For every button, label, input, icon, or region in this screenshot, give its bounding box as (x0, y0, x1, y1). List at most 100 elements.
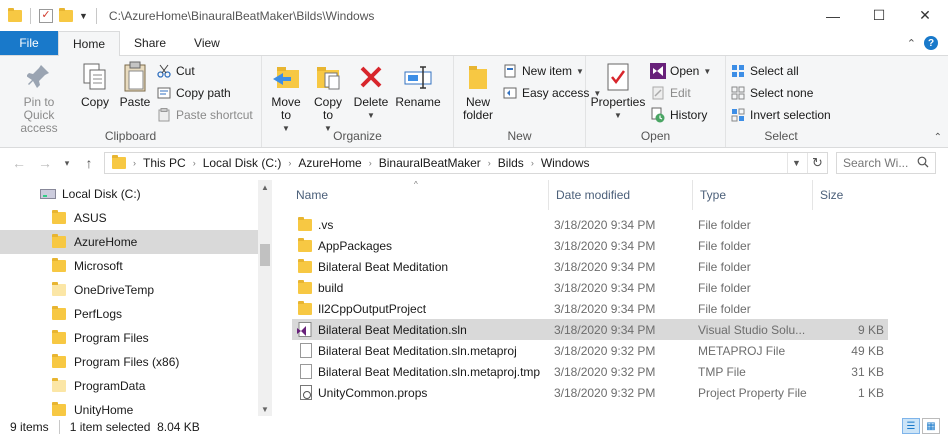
close-button[interactable]: ✕ (902, 0, 948, 31)
customize-qat-chevron-icon[interactable]: ▼ (79, 11, 88, 21)
file-icon (300, 343, 312, 358)
new-folder-button[interactable]: New folder (458, 60, 498, 122)
file-row[interactable]: build 3/18/2020 9:34 PM File folder (292, 277, 888, 298)
forward-button[interactable]: → (34, 152, 56, 174)
select-none-button[interactable]: Select none (730, 84, 832, 102)
folder-icon (298, 300, 312, 315)
copy-path-icon (156, 85, 172, 101)
breadcrumb-binauralbeatmaker[interactable]: BinauralBeatMaker (379, 156, 481, 170)
tab-file[interactable]: File (0, 31, 58, 55)
breadcrumb-bilds[interactable]: Bilds (498, 156, 524, 170)
copy-button[interactable]: Copy (76, 60, 114, 135)
up-button[interactable]: ↑ (78, 152, 100, 174)
move-to-button[interactable]: Move to ▼ (266, 60, 306, 135)
new-folder-icon[interactable] (59, 7, 73, 22)
new-group-label: New (507, 129, 532, 143)
nav-item-programdata[interactable]: ProgramData (0, 374, 258, 398)
refresh-icon[interactable]: ↻ (807, 153, 827, 173)
tab-share[interactable]: Share (120, 31, 180, 55)
ribbon-expand-chevron-icon[interactable]: ⌃ (907, 37, 916, 50)
size-cell: 9 KB (857, 322, 884, 337)
recent-locations-chevron-icon[interactable]: ▾ (60, 152, 74, 174)
nav-item-local-disk[interactable]: Local Disk (C:) (0, 182, 258, 206)
column-header-date[interactable]: Date modified (550, 180, 692, 210)
tab-view[interactable]: View (180, 31, 234, 55)
nav-item-perflogs[interactable]: PerfLogs (0, 302, 258, 326)
file-row[interactable]: Bilateral Beat Meditation 3/18/2020 9:34… (292, 256, 888, 277)
details-view-icon[interactable]: ☰ (902, 418, 920, 434)
nav-item-unityhome[interactable]: UnityHome (0, 398, 258, 416)
paste-button[interactable]: Paste (116, 60, 154, 135)
file-row[interactable]: Il2CppOutputProject 3/18/2020 9:34 PM Fi… (292, 298, 888, 319)
nav-item-asus[interactable]: ASUS (0, 206, 258, 230)
clipboard-group: Pin to Quick access Copy Paste Cut Copy … (0, 56, 262, 147)
nav-item-onedrivetemp[interactable]: OneDriveTemp (0, 278, 258, 302)
column-divider[interactable] (692, 180, 693, 210)
breadcrumb: › This PC › Local Disk (C:) › AzureHome … (126, 156, 590, 170)
chevron-right-icon[interactable]: › (288, 158, 291, 168)
search-input[interactable]: Search Wi... (843, 156, 908, 170)
column-header-type[interactable]: Type (694, 180, 812, 210)
file-row[interactable]: Bilateral Beat Meditation.sln.metaproj 3… (292, 340, 888, 361)
item-count: 9 items (10, 420, 49, 434)
paste-shortcut-button[interactable]: Paste shortcut (156, 106, 253, 124)
breadcrumb-this-pc[interactable]: This PC (143, 156, 186, 170)
column-header-size[interactable]: Size (814, 180, 884, 210)
large-icons-view-icon[interactable]: ▦ (922, 418, 940, 434)
breadcrumb-local-disk[interactable]: Local Disk (C:) (203, 156, 282, 170)
select-all-button[interactable]: Select all (730, 62, 832, 80)
help-icon[interactable]: ? (924, 36, 938, 50)
column-divider[interactable] (548, 180, 549, 210)
file-row[interactable]: Bilateral Beat Meditation.sln.metaproj.t… (292, 361, 888, 382)
organize-group-label: Organize (333, 129, 382, 143)
date-cell: 3/18/2020 9:34 PM (554, 301, 656, 316)
nav-item-program-files-x86[interactable]: Program Files (x86) (0, 350, 258, 374)
chevron-right-icon[interactable]: › (488, 158, 491, 168)
scroll-down-icon[interactable]: ▼ (258, 402, 272, 416)
chevron-right-icon[interactable]: › (369, 158, 372, 168)
column-header-name[interactable]: Name (290, 180, 548, 210)
nav-scrollbar[interactable]: ▲ ▼ (258, 180, 272, 416)
chevron-right-icon[interactable]: › (193, 158, 196, 168)
copy-path-button[interactable]: Copy path (156, 84, 253, 102)
tab-home[interactable]: Home (58, 31, 121, 56)
scrollbar-thumb[interactable] (260, 244, 270, 266)
column-divider[interactable] (812, 180, 813, 210)
cut-button[interactable]: Cut (156, 62, 253, 80)
breadcrumb-azurehome[interactable]: AzureHome (298, 156, 361, 170)
maximize-button[interactable]: ☐ (856, 0, 902, 31)
pin-quick-access-button[interactable]: Pin to Quick access (4, 60, 74, 135)
breadcrumb-windows[interactable]: Windows (541, 156, 590, 170)
collapse-ribbon-chevron-icon[interactable]: ⌃ (934, 132, 942, 143)
visual-studio-solution-icon (296, 322, 312, 337)
file-row[interactable]: UnityCommon.props 3/18/2020 9:32 PM Proj… (292, 382, 888, 403)
chevron-right-icon[interactable]: › (531, 158, 534, 168)
invert-selection-button[interactable]: Invert selection (730, 106, 832, 124)
clipboard-small-buttons: Cut Copy path Paste shortcut (156, 60, 253, 135)
properties-check-icon[interactable]: ✓ (39, 8, 53, 23)
search-box[interactable]: Search Wi... (836, 152, 936, 174)
file-row-selected[interactable]: Bilateral Beat Meditation.sln 3/18/2020 … (292, 319, 888, 340)
move-to-icon (270, 60, 302, 94)
nav-item-program-files[interactable]: Program Files (0, 326, 258, 350)
file-name-cell: Bilateral Beat Meditation (298, 256, 448, 277)
organize-group: Move to ▼ Copy to ▼ Delete ▼ Rename Orga… (262, 56, 454, 147)
back-button[interactable]: ← (8, 152, 30, 174)
rename-button[interactable]: Rename (394, 60, 442, 135)
folder-icon (298, 237, 312, 252)
open-button[interactable]: Open ▼ (650, 62, 711, 80)
copy-to-button[interactable]: Copy to ▼ (308, 60, 348, 135)
minimize-button[interactable]: — (810, 0, 856, 31)
file-row[interactable]: .vs 3/18/2020 9:34 PM File folder (292, 214, 888, 235)
nav-item-microsoft[interactable]: Microsoft (0, 254, 258, 278)
properties-button[interactable]: Properties ▼ (590, 60, 646, 124)
delete-button[interactable]: Delete ▼ (350, 60, 392, 135)
file-row[interactable]: AppPackages 3/18/2020 9:34 PM File folde… (292, 235, 888, 256)
edit-button[interactable]: Edit (650, 84, 711, 102)
address-bar[interactable]: › This PC › Local Disk (C:) › AzureHome … (104, 152, 828, 174)
copy-icon (79, 60, 111, 94)
scroll-up-icon[interactable]: ▲ (258, 180, 272, 194)
nav-item-azurehome[interactable]: AzureHome (0, 230, 258, 254)
history-button[interactable]: History (650, 106, 711, 124)
address-dropdown-chevron-icon[interactable]: ▼ (787, 153, 805, 173)
